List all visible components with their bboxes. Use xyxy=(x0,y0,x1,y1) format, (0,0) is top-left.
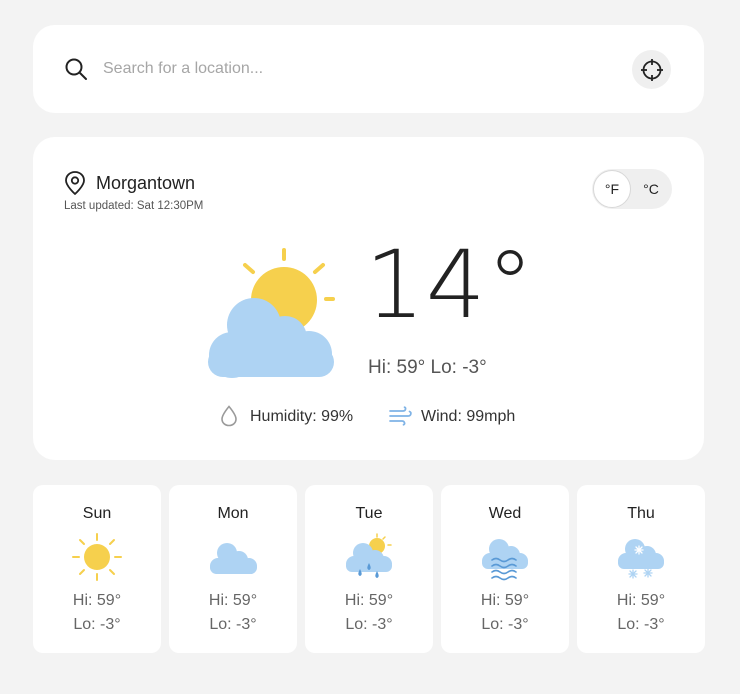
locate-button[interactable] xyxy=(632,50,671,89)
forecast-lo: Lo: -3° xyxy=(73,616,121,633)
unit-toggle: °F °C xyxy=(592,169,672,209)
search-bar xyxy=(33,25,704,113)
forecast-day-tue: Tue Hi: 59° Lo: -3° xyxy=(305,485,433,653)
location-name: Morgantown xyxy=(96,173,196,193)
current-hi-lo: Hi: 59° Lo: -3° xyxy=(368,357,487,378)
forecast-lo: Lo: -3° xyxy=(345,616,393,633)
location-pin-icon xyxy=(65,171,85,195)
forecast-day-thu: Thu Hi: 59° Lo: -3° xyxy=(577,485,705,653)
wind-value: Wind: 99mph xyxy=(421,408,516,425)
forecast-day-name: Mon xyxy=(217,505,249,522)
humidity-value: Humidity: 99% xyxy=(250,408,354,425)
forecast-day-name: Wed xyxy=(488,505,522,522)
current-weather-card: Morgantown Last updated: Sat 12:30PM °F … xyxy=(33,137,704,460)
forecast-hi: Hi: 59° xyxy=(208,592,258,609)
humidity-drop-icon xyxy=(221,405,237,427)
forecast-lo: Lo: -3° xyxy=(617,616,665,633)
forecast-day-name: Sun xyxy=(82,505,112,522)
snow-icon xyxy=(618,539,664,579)
forecast-day-sun: Sun Hi: 59° Lo: -3° xyxy=(33,485,161,653)
partly-cloudy-icon xyxy=(208,248,335,378)
wind-icon xyxy=(482,539,528,581)
forecast-lo: Lo: -3° xyxy=(481,616,529,633)
forecast-hi: Hi: 59° xyxy=(344,592,394,609)
wind-icon xyxy=(389,406,412,426)
forecast-day-name: Thu xyxy=(627,505,655,522)
celsius-button[interactable]: °C xyxy=(632,170,670,208)
forecast-day-wed: Wed Hi: 59° Lo: -3° xyxy=(441,485,569,653)
forecast-hi: Hi: 59° xyxy=(72,592,122,609)
forecast-lo: Lo: -3° xyxy=(209,616,257,633)
forecast-hi: Hi: 59° xyxy=(480,592,530,609)
search-input[interactable] xyxy=(103,53,583,85)
search-icon[interactable] xyxy=(64,57,88,81)
fahrenheit-button[interactable]: °F xyxy=(593,170,631,208)
forecast-day-name: Tue xyxy=(355,505,383,522)
cloudy-icon xyxy=(210,543,257,574)
last-updated: Last updated: Sat 12:30PM xyxy=(64,200,204,212)
rain-icon xyxy=(346,533,392,578)
forecast-hi: Hi: 59° xyxy=(616,592,666,609)
current-temperature: 14° xyxy=(365,231,535,340)
forecast-day-mon: Mon Hi: 59° Lo: -3° xyxy=(169,485,297,653)
crosshair-icon xyxy=(640,58,663,81)
sunny-icon xyxy=(72,533,122,581)
